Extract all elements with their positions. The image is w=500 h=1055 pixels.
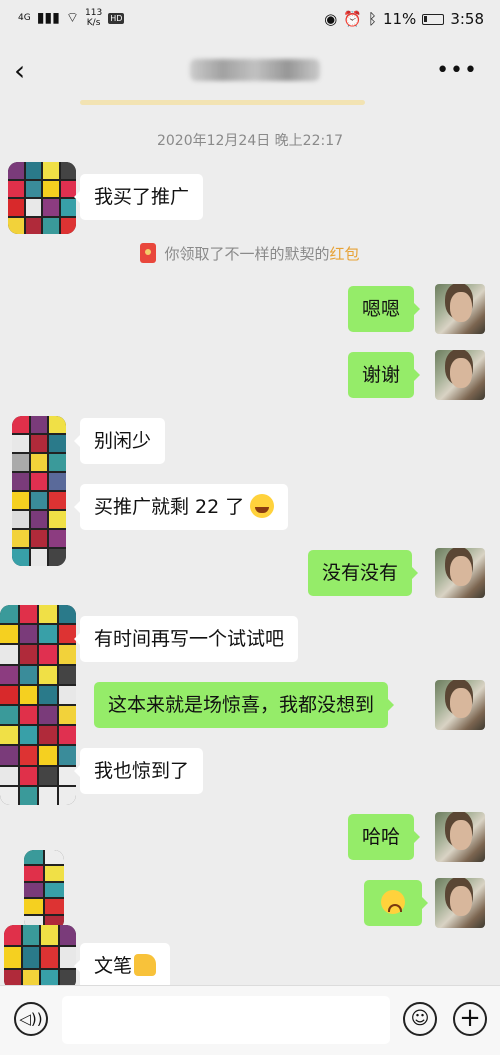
- thumbs-up-icon: [134, 954, 157, 976]
- chevron-left-icon[interactable]: ‹: [14, 56, 25, 86]
- message-text: 文笔: [94, 955, 133, 977]
- message-bubble[interactable]: 有时间再写一个试试吧: [73, 616, 299, 662]
- status-bar: 4G ▮▮▮ ⌔ 113 K/s HD ◉ ⏰ ᛒ 11% 3:58: [0, 0, 500, 42]
- chat-timestamp: 2020年12月24日 晚上22:17: [156, 133, 344, 149]
- signal-icon: ▮▮▮: [36, 10, 60, 26]
- red-packet-link[interactable]: 红包: [330, 245, 360, 263]
- battery-icon: [422, 13, 445, 25]
- input-bar: ◁)) ☺ +: [0, 985, 500, 1055]
- avatar-obscured[interactable]: [12, 416, 66, 566]
- speed-indicator: 113 K/s: [85, 8, 103, 28]
- message-bubble[interactable]: 没有没有: [308, 550, 419, 596]
- pinned-bar: [80, 100, 365, 105]
- clock: 3:58: [450, 10, 484, 28]
- avatar-obscured[interactable]: [8, 162, 76, 234]
- wifi-icon: ⌔: [65, 10, 79, 26]
- message-text: 买推广就剩 22 了: [94, 496, 245, 518]
- avatar[interactable]: [435, 812, 485, 862]
- message-bubble[interactable]: 哈哈: [348, 814, 421, 860]
- bluetooth-icon: ᛒ: [367, 10, 377, 28]
- chat-title-blurred: [190, 59, 320, 81]
- message-bubble[interactable]: 文笔: [73, 943, 171, 989]
- avatar[interactable]: [435, 284, 485, 334]
- red-packet-icon: [140, 243, 157, 263]
- avatar-obscured[interactable]: [0, 605, 76, 805]
- avatar[interactable]: [435, 548, 485, 598]
- message-bubble[interactable]: 买推广就剩 22 了: [73, 484, 289, 530]
- avatar-obscured[interactable]: [4, 925, 76, 990]
- message-bubble[interactable]: 嗯嗯: [348, 286, 421, 332]
- eye-icon: ◉: [324, 10, 338, 28]
- message-bubble[interactable]: 这本来就是场惊喜，我都没想到: [94, 682, 395, 728]
- avatar[interactable]: [435, 350, 485, 400]
- network-indicator: 4G: [18, 13, 31, 23]
- avatar[interactable]: [435, 680, 485, 730]
- laugh-cry-emoji-icon: [250, 494, 275, 518]
- message-bubble[interactable]: 谢谢: [348, 352, 421, 398]
- voice-icon[interactable]: ◁)): [14, 1002, 48, 1036]
- message-bubble[interactable]: [364, 880, 428, 926]
- avatar-obscured[interactable]: [24, 850, 64, 930]
- avatar[interactable]: [435, 878, 485, 928]
- crying-emoji-icon: [381, 890, 405, 914]
- plus-icon[interactable]: +: [453, 1002, 487, 1036]
- alarm-icon: ⏰: [343, 10, 362, 28]
- message-input[interactable]: [62, 996, 390, 1044]
- more-icon[interactable]: •••: [436, 58, 478, 83]
- hd-badge: HD: [108, 12, 125, 24]
- red-packet-notice: 你领取了不一样的默契的红包: [0, 243, 500, 264]
- message-bubble[interactable]: 别闲少: [73, 418, 166, 464]
- message-bubble[interactable]: 我买了推广: [73, 174, 204, 220]
- chat-header: ‹ •••: [0, 42, 500, 102]
- emoji-icon[interactable]: ☺: [403, 1002, 437, 1036]
- battery-percent: 11%: [382, 10, 417, 28]
- message-bubble[interactable]: 我也惊到了: [73, 748, 204, 794]
